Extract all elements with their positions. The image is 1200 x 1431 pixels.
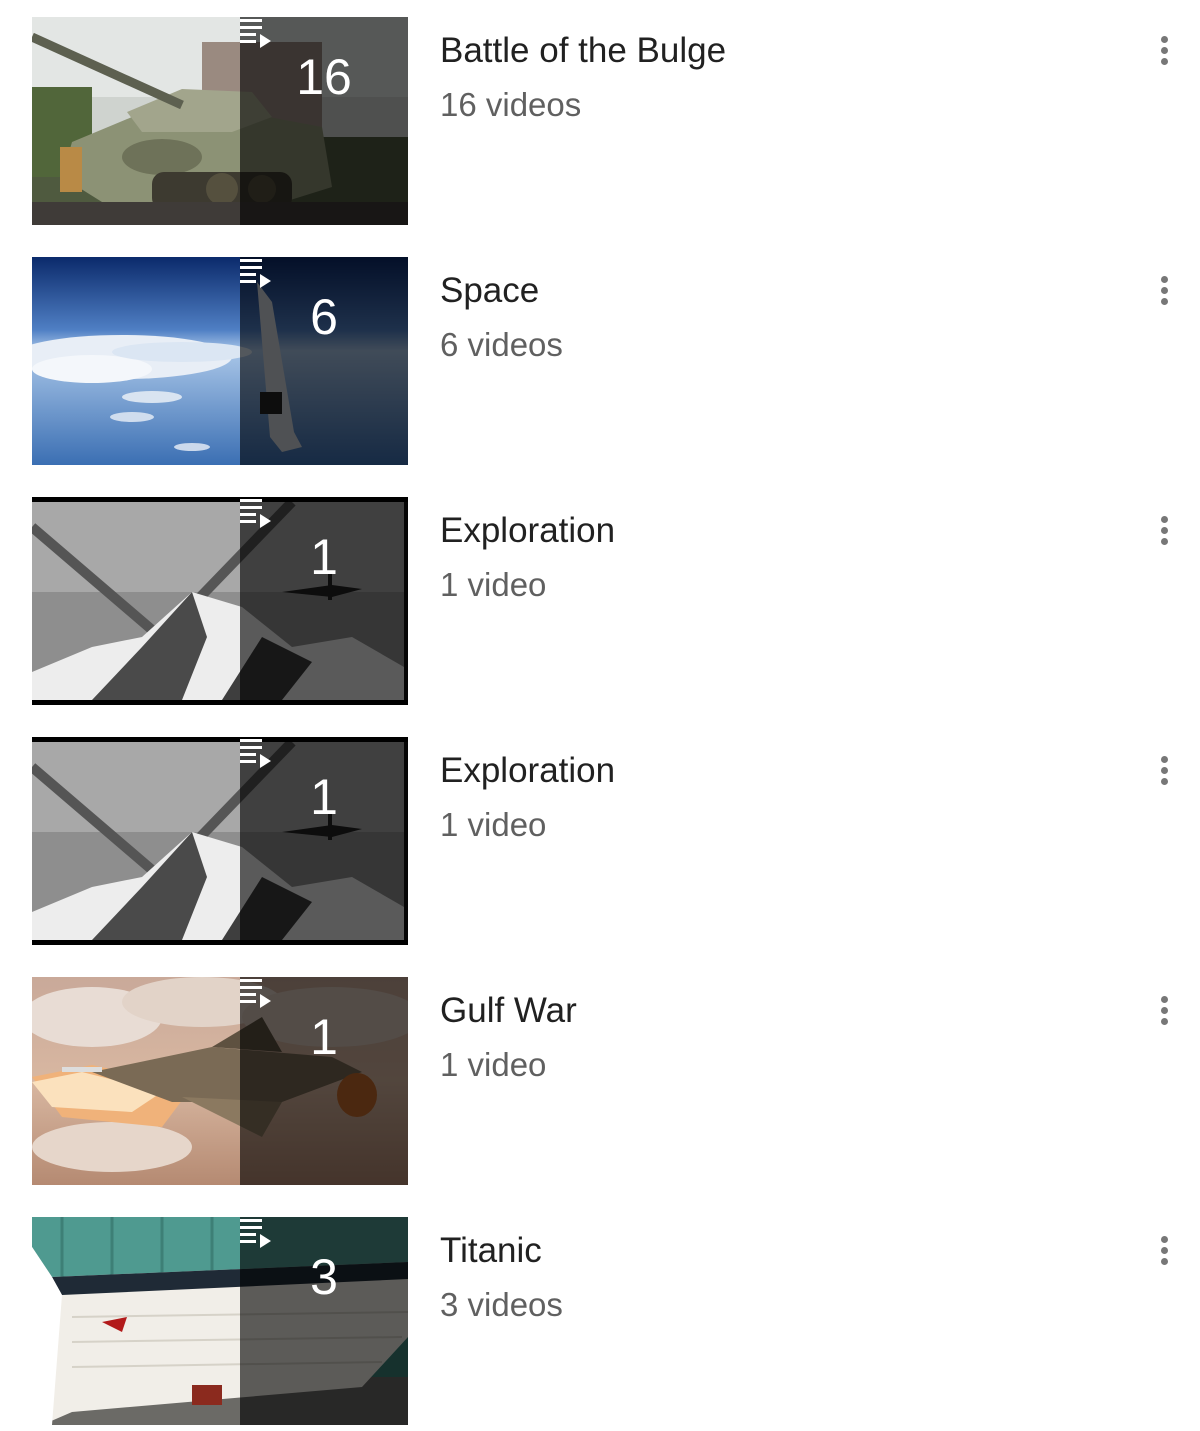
more-vertical-icon[interactable] [1145, 1225, 1185, 1277]
playlist-title[interactable]: Titanic [440, 1231, 542, 1271]
playlist-title[interactable]: Exploration [440, 751, 615, 791]
playlist-thumbnail[interactable]: 1 [32, 977, 408, 1185]
playlist-play-icon [240, 499, 271, 528]
more-vertical-icon[interactable] [1145, 265, 1185, 317]
playlist-item[interactable]: 1 Exploration 1 video [0, 737, 1200, 945]
playlist-video-count-label: 16 videos [440, 86, 582, 123]
more-vertical-icon[interactable] [1145, 745, 1185, 797]
thumbnail-overlay: 1 [240, 497, 408, 705]
video-count: 1 [310, 529, 338, 585]
playlist-video-count-label: 6 videos [440, 326, 563, 363]
video-count: 3 [310, 1249, 338, 1305]
playlist-video-count-label: 1 video [440, 1046, 547, 1083]
video-count: 16 [296, 49, 352, 105]
playlist-play-icon [240, 259, 271, 288]
thumbnail-overlay: 6 [240, 257, 408, 465]
more-vertical-icon[interactable] [1145, 985, 1185, 1037]
playlist-item[interactable]: 3 Titanic 3 videos [0, 1217, 1200, 1425]
playlist-thumbnail[interactable]: 16 [32, 17, 408, 225]
thumbnail-overlay: 3 [240, 1217, 408, 1425]
playlist-play-icon [240, 979, 271, 1008]
video-count: 6 [310, 289, 338, 345]
playlist-title[interactable]: Gulf War [440, 991, 577, 1031]
playlist-thumbnail[interactable]: 3 [32, 1217, 408, 1425]
playlist-list: 16 Battle of the Bulge 16 videos 6 Space… [0, 0, 1200, 1431]
playlist-play-icon [240, 739, 271, 768]
playlist-item[interactable]: 1 Exploration 1 video [0, 497, 1200, 705]
thumbnail-overlay: 1 [240, 737, 408, 945]
playlist-play-icon [240, 1219, 271, 1248]
playlist-item[interactable]: 1 Gulf War 1 video [0, 977, 1200, 1185]
playlist-video-count-label: 1 video [440, 566, 547, 603]
playlist-thumbnail[interactable]: 1 [32, 497, 408, 705]
playlist-video-count-label: 3 videos [440, 1286, 563, 1323]
playlist-title[interactable]: Battle of the Bulge [440, 31, 726, 71]
thumbnail-overlay: 16 [240, 17, 408, 225]
video-count: 1 [310, 1009, 338, 1065]
playlist-thumbnail[interactable]: 6 [32, 257, 408, 465]
playlist-title[interactable]: Space [440, 271, 539, 311]
thumbnail-overlay: 1 [240, 977, 408, 1185]
playlist-item[interactable]: 16 Battle of the Bulge 16 videos [0, 17, 1200, 225]
playlist-play-icon [240, 19, 271, 48]
playlist-title[interactable]: Exploration [440, 511, 615, 551]
more-vertical-icon[interactable] [1145, 25, 1185, 77]
playlist-thumbnail[interactable]: 1 [32, 737, 408, 945]
playlist-video-count-label: 1 video [440, 806, 547, 843]
playlist-item[interactable]: 6 Space 6 videos [0, 257, 1200, 465]
more-vertical-icon[interactable] [1145, 505, 1185, 557]
video-count: 1 [310, 769, 338, 825]
